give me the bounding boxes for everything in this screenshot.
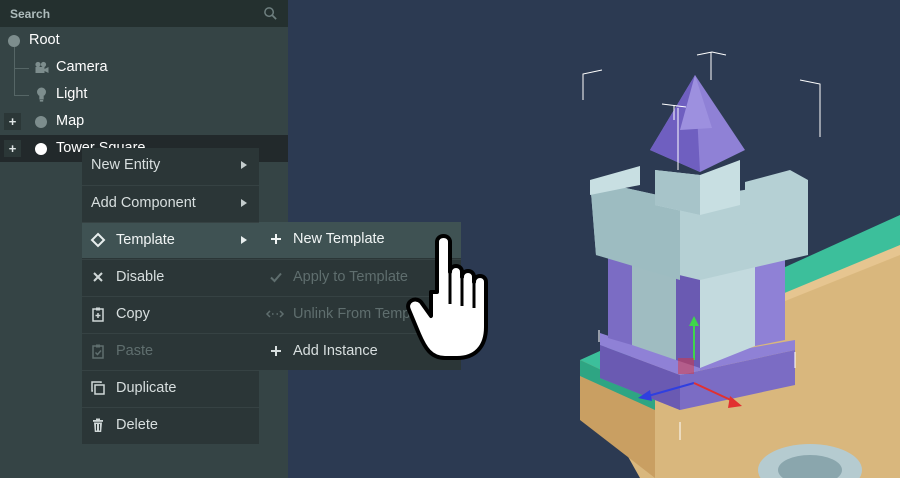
menu-item-label: Paste: [116, 343, 154, 359]
tree-item-root[interactable]: Root: [0, 27, 288, 54]
trash-icon: [93, 418, 103, 432]
submenu-arrow-icon: [241, 199, 247, 207]
menu-item-label: Duplicate: [116, 380, 177, 396]
lightbulb-icon: [37, 87, 46, 102]
check-icon: [270, 272, 282, 283]
search-input[interactable]: [10, 6, 250, 21]
close-icon: [93, 272, 103, 282]
menu-item-new-entity[interactable]: New Entity: [82, 148, 259, 184]
submenu-arrow-icon: [241, 236, 247, 244]
unlink-icon: [265, 310, 285, 318]
menu-item-label: Copy: [116, 306, 150, 322]
context-menu: New Entity Add Component Template Disabl…: [82, 148, 259, 444]
menu-item-label: New Template: [293, 231, 385, 247]
duplicate-icon: [91, 381, 105, 395]
menu-item-label: New Entity: [91, 157, 161, 173]
menu-item-label: Apply to Template: [293, 269, 408, 285]
tree-item-label: Root: [29, 32, 60, 48]
camera-icon: [35, 61, 49, 73]
entity-dot-icon: [8, 35, 20, 47]
menu-item-disable[interactable]: Disable: [82, 259, 259, 295]
search-icon[interactable]: [263, 6, 278, 21]
editor-window: Root Camera Light + Map +: [0, 0, 900, 478]
tree-item-label: Map: [56, 113, 85, 129]
menu-item-paste[interactable]: Paste: [82, 333, 259, 369]
menu-item-label: Delete: [116, 417, 158, 433]
pointing-hand-cursor: [406, 234, 488, 360]
tree-item-map[interactable]: + Map: [0, 108, 288, 135]
search-bar: [0, 0, 288, 27]
entity-dot-icon: [35, 116, 47, 128]
expand-toggle[interactable]: +: [4, 113, 21, 130]
menu-item-label: Disable: [116, 269, 165, 285]
menu-item-template[interactable]: Template: [82, 222, 259, 258]
tree-item-light[interactable]: Light: [0, 81, 288, 108]
menu-item-label: Add Component: [91, 195, 196, 211]
menu-item-add-component[interactable]: Add Component: [82, 185, 259, 221]
copy-icon: [92, 307, 104, 322]
expand-toggle[interactable]: +: [4, 140, 21, 157]
tree-item-label: Light: [56, 86, 88, 102]
menu-item-label: Template: [116, 232, 175, 248]
paste-icon: [92, 344, 104, 359]
menu-item-delete[interactable]: Delete: [82, 407, 259, 443]
plus-icon: [271, 346, 281, 356]
menu-item-copy[interactable]: Copy: [82, 296, 259, 332]
template-diamond-icon: [90, 232, 106, 248]
submenu-arrow-icon: [241, 161, 247, 169]
menu-item-duplicate[interactable]: Duplicate: [82, 370, 259, 406]
entity-dot-icon: [35, 143, 47, 155]
tree-item-label: Camera: [56, 59, 108, 75]
menu-item-label: Add Instance: [293, 343, 378, 359]
tree-item-camera[interactable]: Camera: [0, 54, 288, 81]
plus-icon: [271, 234, 281, 244]
